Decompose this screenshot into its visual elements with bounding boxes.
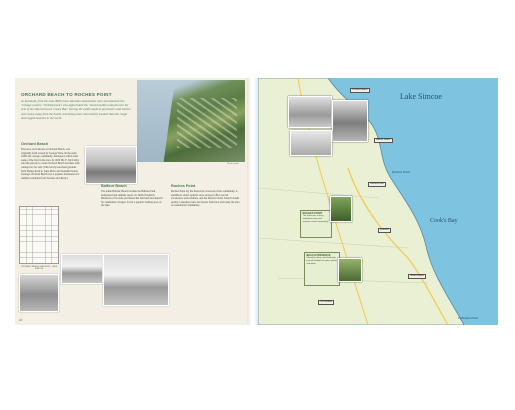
map-photo-street — [332, 100, 368, 142]
map-tag-2: Roches Point — [368, 182, 387, 187]
cooks-bay-label: Cook's Bay — [430, 218, 458, 224]
map-tag-3: Keswick — [378, 228, 391, 233]
callout2-text: Shoreline dunes and wetlands provide hab… — [306, 257, 337, 265]
callout-beach-preserve: BEACH PRESERVE Shoreline dunes and wetla… — [304, 252, 340, 286]
historic-photo-road — [19, 274, 59, 312]
aerial-houses — [177, 98, 237, 148]
bottom-point-label: Pefferlaw Point — [458, 316, 479, 320]
roches-point-label: Roches Point — [392, 170, 410, 174]
aerial-photo — [137, 80, 245, 162]
map-tag-4: Willow Beach — [408, 274, 427, 279]
roches-text: Roches Point lay the historical crossroa… — [171, 190, 240, 208]
page-number: 20 — [19, 318, 23, 322]
orchard-text: This area, now known as Orchard Beach, w… — [21, 148, 80, 180]
map-tag-1: Balfour Beach — [374, 138, 393, 143]
callout1-text: The Point was a busy steamboat stop and … — [302, 215, 329, 223]
subdivision-plan — [19, 206, 59, 264]
intro-paragraph: ne farmland, from the mid-1800s these la… — [21, 99, 131, 120]
map-tag-5: Port Bolster — [318, 300, 335, 305]
historic-photo-cottage — [85, 146, 137, 184]
historic-photo-beach — [103, 254, 169, 306]
balfour-heading: Balfour Beach — [101, 184, 127, 188]
lake-simcoe-label: Lake Simcoe — [400, 92, 442, 101]
map-photo-house — [288, 96, 332, 128]
book-spread: ORCHARD BEACH TO ROCHES POINT ne farmlan… — [15, 78, 498, 325]
map-page: Lake Simcoe Cook's Bay Roches Point Peff… — [258, 78, 498, 325]
map-photo-plant2 — [338, 258, 362, 282]
balfour-text: The name Balfour Beach became the Balfou… — [101, 190, 163, 208]
orchard-heading: Orchard Beach — [21, 142, 49, 146]
map-photo-plant1 — [330, 196, 352, 222]
callout-roches-point: ROCHES POINT The Point was a busy steamb… — [300, 210, 332, 238]
chapter-title: ORCHARD BEACH TO ROCHES POINT — [21, 92, 112, 97]
historic-photo-shore — [61, 254, 103, 284]
aerial-lake — [137, 80, 175, 162]
map-tag-0: Orchard Beach — [350, 88, 370, 93]
page-gutter — [247, 78, 258, 325]
left-page: ORCHARD BEACH TO ROCHES POINT ne farmlan… — [15, 78, 247, 325]
roches-heading: Roches Point — [171, 184, 196, 188]
map-photo-boats — [290, 130, 332, 156]
plan-label: ORCHARD BEACH GARDENS · LAKE SIMCOE — [20, 266, 58, 270]
photo-credit: Photo credit — [227, 163, 239, 165]
